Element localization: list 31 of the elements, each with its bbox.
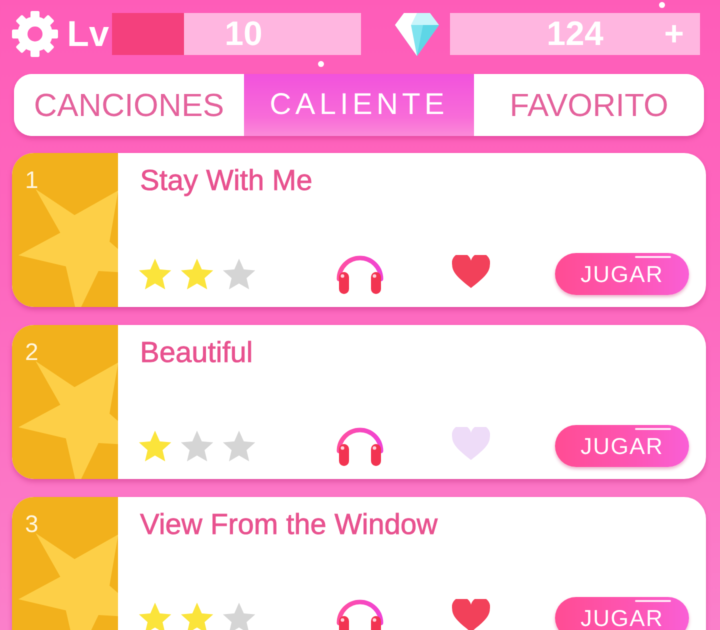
star-icon	[138, 258, 172, 290]
heart-icon[interactable]	[452, 599, 490, 630]
tab[interactable]: CANCIONES	[14, 74, 244, 136]
level-label: Lv	[67, 12, 110, 56]
heart-icon[interactable]	[452, 255, 490, 288]
star-icon	[180, 258, 214, 290]
song-title: Beautiful	[140, 336, 253, 371]
tab[interactable]: CALIENTE	[244, 74, 474, 136]
diamond-icon	[395, 11, 440, 57]
rank-number: 1	[25, 167, 38, 195]
settings-icon[interactable]	[12, 11, 58, 57]
star-icon	[222, 602, 256, 630]
play-button[interactable]: JUGAR	[555, 425, 689, 467]
gems-count: 124	[546, 14, 604, 54]
sparkle-dot-icon	[318, 61, 324, 67]
star-icon	[138, 430, 172, 462]
rank-number: 3	[25, 511, 38, 539]
star-icon	[180, 602, 214, 630]
play-button[interactable]: JUGAR	[555, 597, 689, 630]
star-icon	[222, 430, 256, 462]
song-title: View From the Window	[140, 508, 438, 543]
rank-number: 2	[25, 339, 38, 367]
level-number: 10	[224, 14, 262, 54]
star-icon	[180, 430, 214, 462]
tab[interactable]: FAVORITO	[474, 74, 704, 136]
play-button[interactable]: JUGAR	[555, 253, 689, 295]
sparkle-dot-icon	[659, 2, 665, 8]
star-icon	[222, 258, 256, 290]
star-icon	[138, 602, 172, 630]
add-gems-button[interactable]: +	[664, 17, 684, 51]
song-title: Stay With Me	[140, 164, 312, 199]
